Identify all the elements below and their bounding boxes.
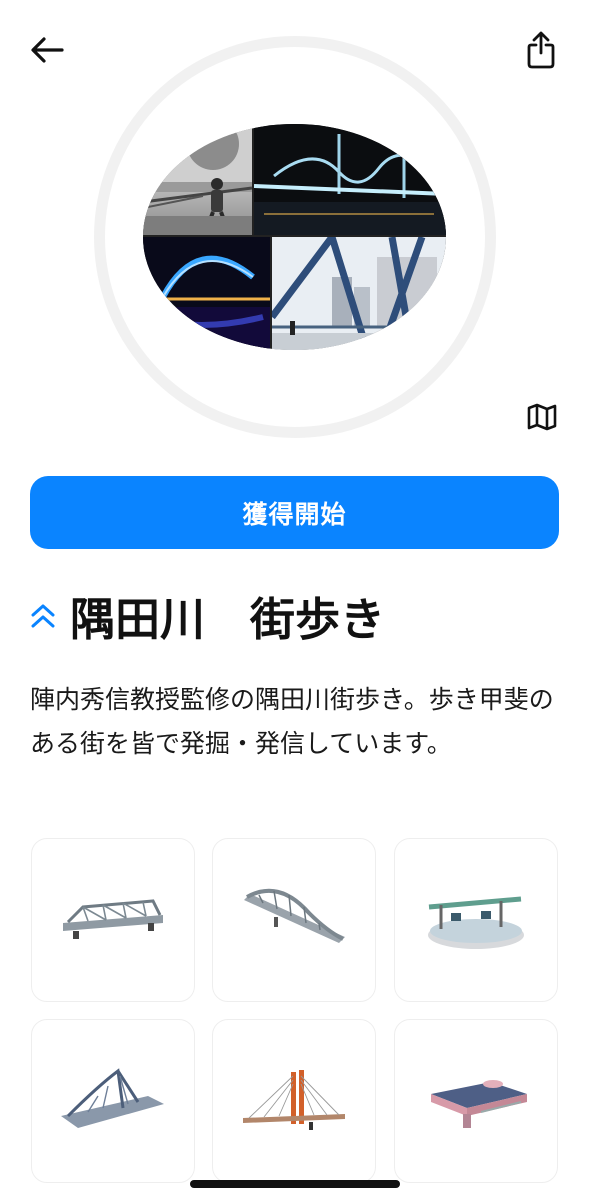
suspension-bridge-model-icon (61, 1068, 164, 1128)
model-tile-circular-platform[interactable] (394, 838, 558, 1002)
photo-steel-bridge-day (272, 237, 446, 350)
photo-bridge-walker (143, 124, 252, 235)
model-tile-cable-stayed-bridge[interactable] (212, 1019, 376, 1183)
photo-suspension-bridge-night (254, 124, 446, 235)
share-icon (527, 31, 555, 69)
deck-bridge-model-icon (431, 1080, 527, 1128)
model-tile-suspension-bridge[interactable] (31, 1019, 195, 1183)
map-icon (527, 403, 557, 431)
model-tile-arch-bridge[interactable] (212, 838, 376, 1002)
model-tile-deck-bridge[interactable] (394, 1019, 558, 1183)
section-description: 陣内秀信教授監修の隅田川街歩き。歩き甲斐のある街を皆で発掘・発信しています。 (30, 685, 554, 758)
arch-bridge-model-icon (244, 888, 345, 943)
chevron-double-up-icon (31, 604, 55, 627)
truss-bridge-model-icon (63, 899, 163, 939)
section-header: 隅田川 街歩き (30, 583, 385, 648)
collapse-button[interactable] (30, 603, 56, 629)
section-title: 隅田川 街歩き (70, 593, 386, 646)
arrow-left-icon (31, 37, 64, 63)
start-acquire-button[interactable]: 獲得開始 (30, 476, 559, 549)
start-acquire-label: 獲得開始 (242, 499, 347, 529)
home-indicator (190, 1180, 400, 1188)
circular-bridge-platform-model-icon (428, 896, 524, 949)
back-button[interactable] (24, 30, 70, 70)
photo-arch-bridge-blue (143, 237, 270, 350)
model-tile-truss-bridge[interactable] (31, 838, 195, 1002)
cable-stayed-bridge-model-icon (243, 1070, 345, 1130)
share-button[interactable] (520, 28, 562, 72)
map-button[interactable] (522, 398, 562, 436)
hero-photo-collage[interactable] (143, 124, 446, 350)
